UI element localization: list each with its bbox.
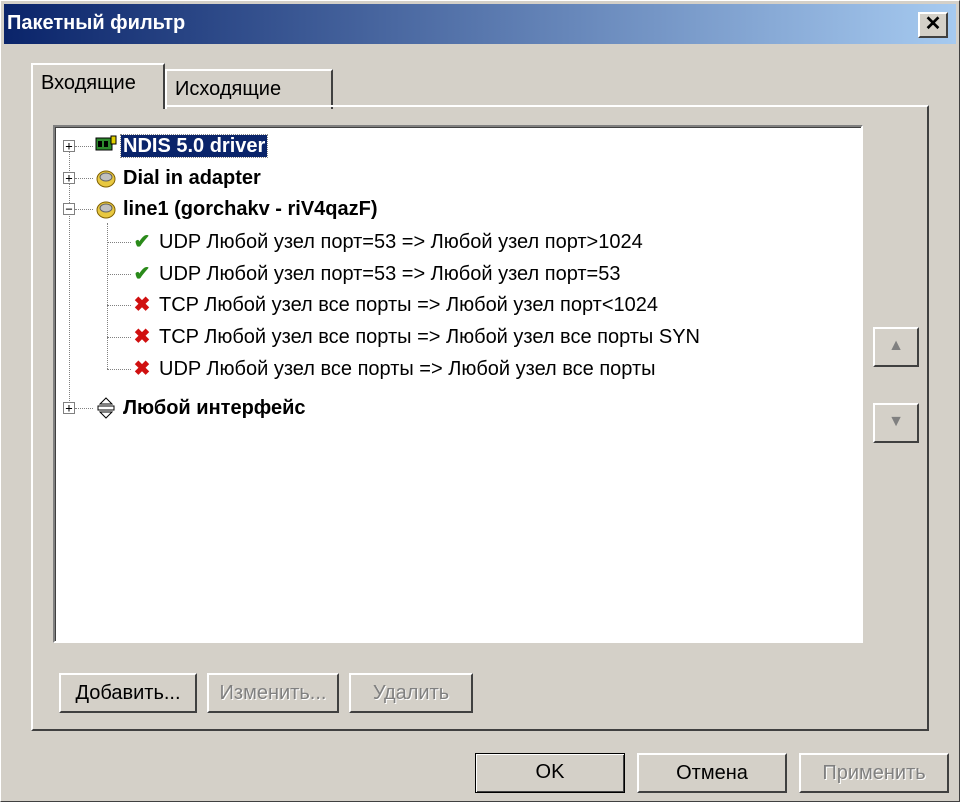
packet-filter-dialog: Пакетный фильтр ✕ Входящие Исходящие + N…: [0, 0, 960, 802]
tree-branch: [75, 146, 93, 147]
collapse-toggle[interactable]: −: [63, 203, 75, 215]
tree-node-dial-in[interactable]: Dial in adapter: [123, 165, 261, 191]
any-interface-icon: [95, 397, 117, 419]
tree-node-label: NDIS 5.0 driver: [119, 134, 269, 158]
deny-cross-icon: ✖: [133, 358, 151, 380]
ok-button[interactable]: OK: [475, 753, 625, 793]
deny-cross-icon: ✖: [133, 294, 151, 316]
tree-node-any-interface[interactable]: Любой интерфейс: [123, 395, 306, 421]
tab-incoming[interactable]: Входящие: [31, 63, 165, 109]
rule-item[interactable]: TCP Любой узел все порты => Любой узел п…: [159, 292, 658, 318]
move-up-button[interactable]: ▲: [873, 327, 919, 367]
rule-item[interactable]: UDP Любой узел порт=53 => Любой узел пор…: [159, 261, 620, 287]
edit-button[interactable]: Изменить...: [207, 673, 339, 713]
allow-check-icon: ✔: [133, 231, 151, 253]
add-button[interactable]: Добавить...: [59, 673, 197, 713]
move-down-button[interactable]: ▼: [873, 403, 919, 443]
modem-icon: [95, 167, 117, 189]
apply-button[interactable]: Применить: [799, 753, 949, 793]
tree-branch: [107, 274, 131, 275]
tree-branch: [75, 178, 93, 179]
tree-line-root: [69, 147, 70, 409]
tree-branch: [107, 337, 131, 338]
tree-line-child: [107, 223, 108, 369]
tree-node-line1[interactable]: line1 (gorchakv - riV4qazF): [123, 196, 378, 222]
rule-item[interactable]: UDP Любой узел порт=53 => Любой узел пор…: [159, 229, 643, 255]
rule-item[interactable]: UDP Любой узел все порты => Любой узел в…: [159, 356, 656, 382]
tree-branch: [75, 408, 93, 409]
tree-branch: [75, 209, 93, 210]
delete-button[interactable]: Удалить: [349, 673, 473, 713]
cancel-button[interactable]: Отмена: [637, 753, 787, 793]
tree-branch: [107, 305, 131, 306]
expand-toggle[interactable]: +: [63, 402, 75, 414]
expand-toggle[interactable]: +: [63, 172, 75, 184]
network-card-icon: [95, 135, 117, 157]
filter-tree[interactable]: + NDIS 5.0 driver + Dial in adapter − li…: [53, 125, 863, 643]
close-button[interactable]: ✕: [918, 12, 948, 38]
allow-check-icon: ✔: [133, 263, 151, 285]
tree-node-ndis[interactable]: NDIS 5.0 driver: [119, 133, 269, 159]
window-title: Пакетный фильтр: [7, 12, 186, 34]
tree-branch: [107, 242, 131, 243]
expand-toggle[interactable]: +: [63, 140, 75, 152]
title-bar: Пакетный фильтр ✕: [4, 4, 956, 44]
tab-outgoing[interactable]: Исходящие: [165, 69, 333, 109]
tree-branch: [107, 369, 131, 370]
rule-item[interactable]: TCP Любой узел все порты => Любой узел в…: [159, 324, 700, 350]
deny-cross-icon: ✖: [133, 326, 151, 348]
modem-icon: [95, 198, 117, 220]
